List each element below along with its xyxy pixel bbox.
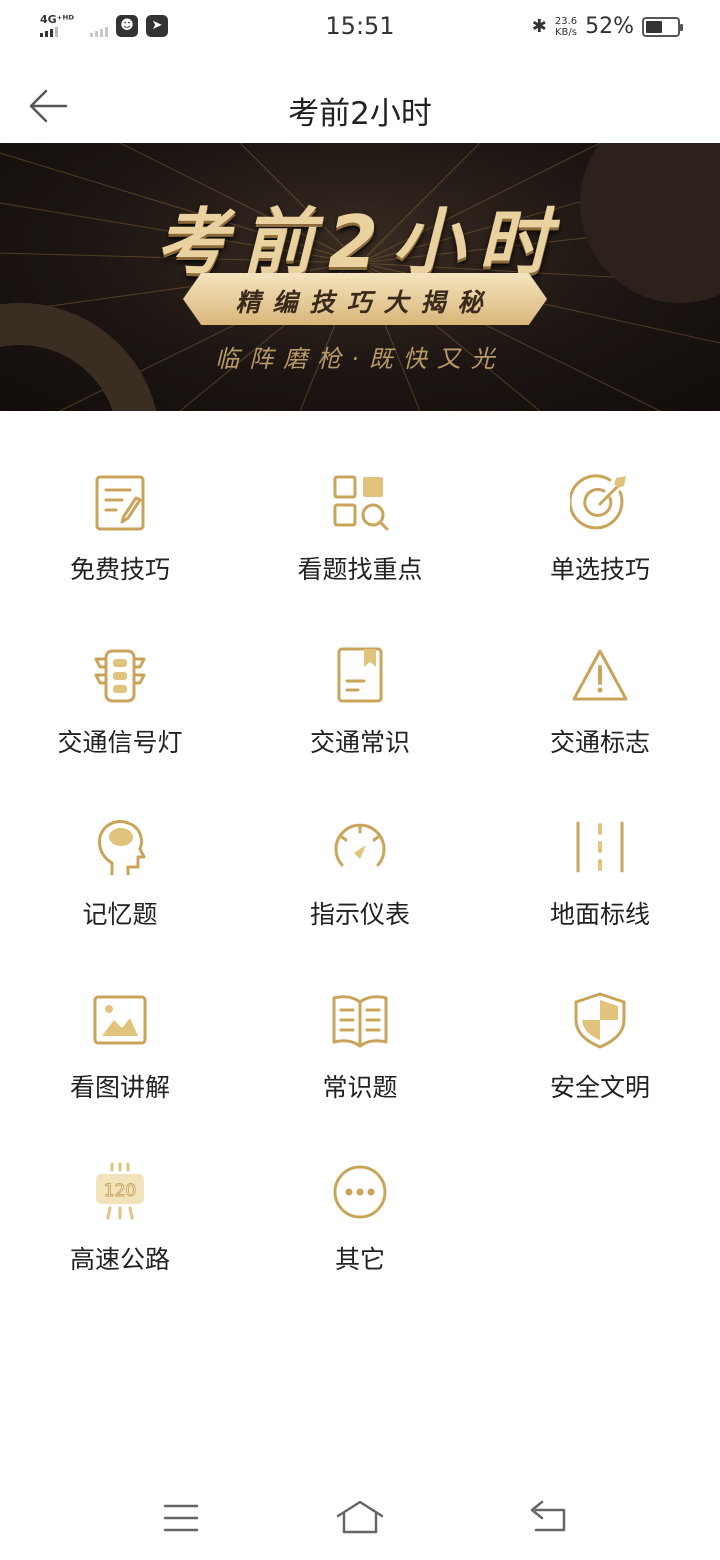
menu-item-label: 安全文明 xyxy=(549,1073,650,1102)
battery-percent: 52% xyxy=(585,14,634,39)
menu-item-expressway[interactable]: 120 高速公路 xyxy=(0,1162,240,1334)
recent-apps-button[interactable] xyxy=(156,1498,204,1538)
menu-item-label: 指示仪表 xyxy=(309,900,410,929)
menu-item-label: 看图讲解 xyxy=(69,1073,170,1102)
menu-item-label: 地面标线 xyxy=(549,900,650,929)
open-book-icon xyxy=(332,995,388,1048)
home-icon xyxy=(336,1500,384,1534)
more-dots-icon xyxy=(333,1165,387,1219)
menu-item-label: 交通信号灯 xyxy=(57,728,183,757)
menu-item-memory-questions[interactable]: 记忆题 xyxy=(0,817,240,989)
menu-lines-icon xyxy=(163,1504,199,1532)
road-lines-icon xyxy=(576,821,624,873)
net-speed: 23.6 KB/s xyxy=(555,16,577,38)
speed-sign-text: 120 xyxy=(104,1181,136,1201)
brain-head-icon xyxy=(98,820,146,875)
menu-item-free-tips[interactable]: 免费技巧 xyxy=(0,472,240,644)
target-icon xyxy=(570,474,626,530)
menu-item-label: 常识题 xyxy=(322,1073,398,1102)
banner-ribbon: 精编技巧大揭秘 xyxy=(183,273,547,325)
menu-item-traffic-lights[interactable]: 交通信号灯 xyxy=(0,645,240,817)
menu-item-traffic-signs[interactable]: 交通标志 xyxy=(480,645,720,817)
battery-icon xyxy=(642,16,683,37)
promo-banner[interactable]: 考前2小时 精编技巧大揭秘 临阵磨枪·既快又光 xyxy=(0,143,720,411)
menu-item-dashboard[interactable]: 指示仪表 xyxy=(240,817,480,989)
menu-item-label: 交通标志 xyxy=(549,728,650,757)
gauge-icon xyxy=(334,823,386,867)
banner-subline: 临阵磨枪·既快又光 xyxy=(215,345,505,373)
menu-item-find-key-points[interactable]: 看题找重点 xyxy=(240,472,480,644)
net-speed-value: 23.6 xyxy=(554,15,578,27)
status-right: ✱ 23.6 KB/s 52% xyxy=(531,14,683,39)
image-icon xyxy=(93,995,147,1045)
menu-item-others[interactable]: 其它 xyxy=(240,1162,480,1334)
net-speed-unit: KB/s xyxy=(554,26,577,38)
note-edit-icon xyxy=(95,475,145,531)
menu-item-label: 交通常识 xyxy=(309,728,410,757)
warning-triangle-icon xyxy=(572,649,628,701)
menu-item-single-choice-tips[interactable]: 单选技巧 xyxy=(480,472,720,644)
page-title: 考前2小时 xyxy=(288,96,432,132)
menu-item-label: 高速公路 xyxy=(69,1245,170,1274)
menu-item-safety-civility[interactable]: 安全文明 xyxy=(480,990,720,1162)
back-return-icon xyxy=(530,1500,566,1532)
menu-item-general-questions[interactable]: 常识题 xyxy=(240,990,480,1162)
bookmark-doc-icon xyxy=(337,647,383,703)
status-bar: 4G⁺ᴴᴰ ☻ ➤ 15:51 ✱ 23.6 KB/s 52% xyxy=(0,0,720,56)
menu-item-picture-explain[interactable]: 看图讲解 xyxy=(0,990,240,1162)
system-back-button[interactable] xyxy=(524,1498,572,1538)
menu-item-road-markings[interactable]: 地面标线 xyxy=(480,817,720,989)
battery-fill xyxy=(646,20,662,33)
menu-item-label: 记忆题 xyxy=(82,900,158,929)
menu-item-label: 单选技巧 xyxy=(549,555,650,584)
traffic-light-icon xyxy=(94,649,146,703)
banner-headline: 考前2小时 xyxy=(155,200,565,284)
system-nav-bar xyxy=(0,1480,720,1560)
home-button[interactable] xyxy=(336,1498,384,1538)
banner-ribbon-text: 精编技巧大揭秘 xyxy=(235,288,495,317)
grid-search-icon xyxy=(333,475,389,531)
shield-icon xyxy=(574,992,626,1049)
menu-item-label: 其它 xyxy=(334,1245,385,1274)
speed-sign-120-icon: 120 xyxy=(96,1162,144,1220)
menu-item-label: 免费技巧 xyxy=(69,555,170,584)
bluetooth-icon: ✱ xyxy=(531,16,547,37)
title-bar: 考前2小时 xyxy=(0,70,720,142)
menu-item-label: 看题找重点 xyxy=(297,555,423,584)
menu-item-traffic-knowledge[interactable]: 交通常识 xyxy=(240,645,480,817)
